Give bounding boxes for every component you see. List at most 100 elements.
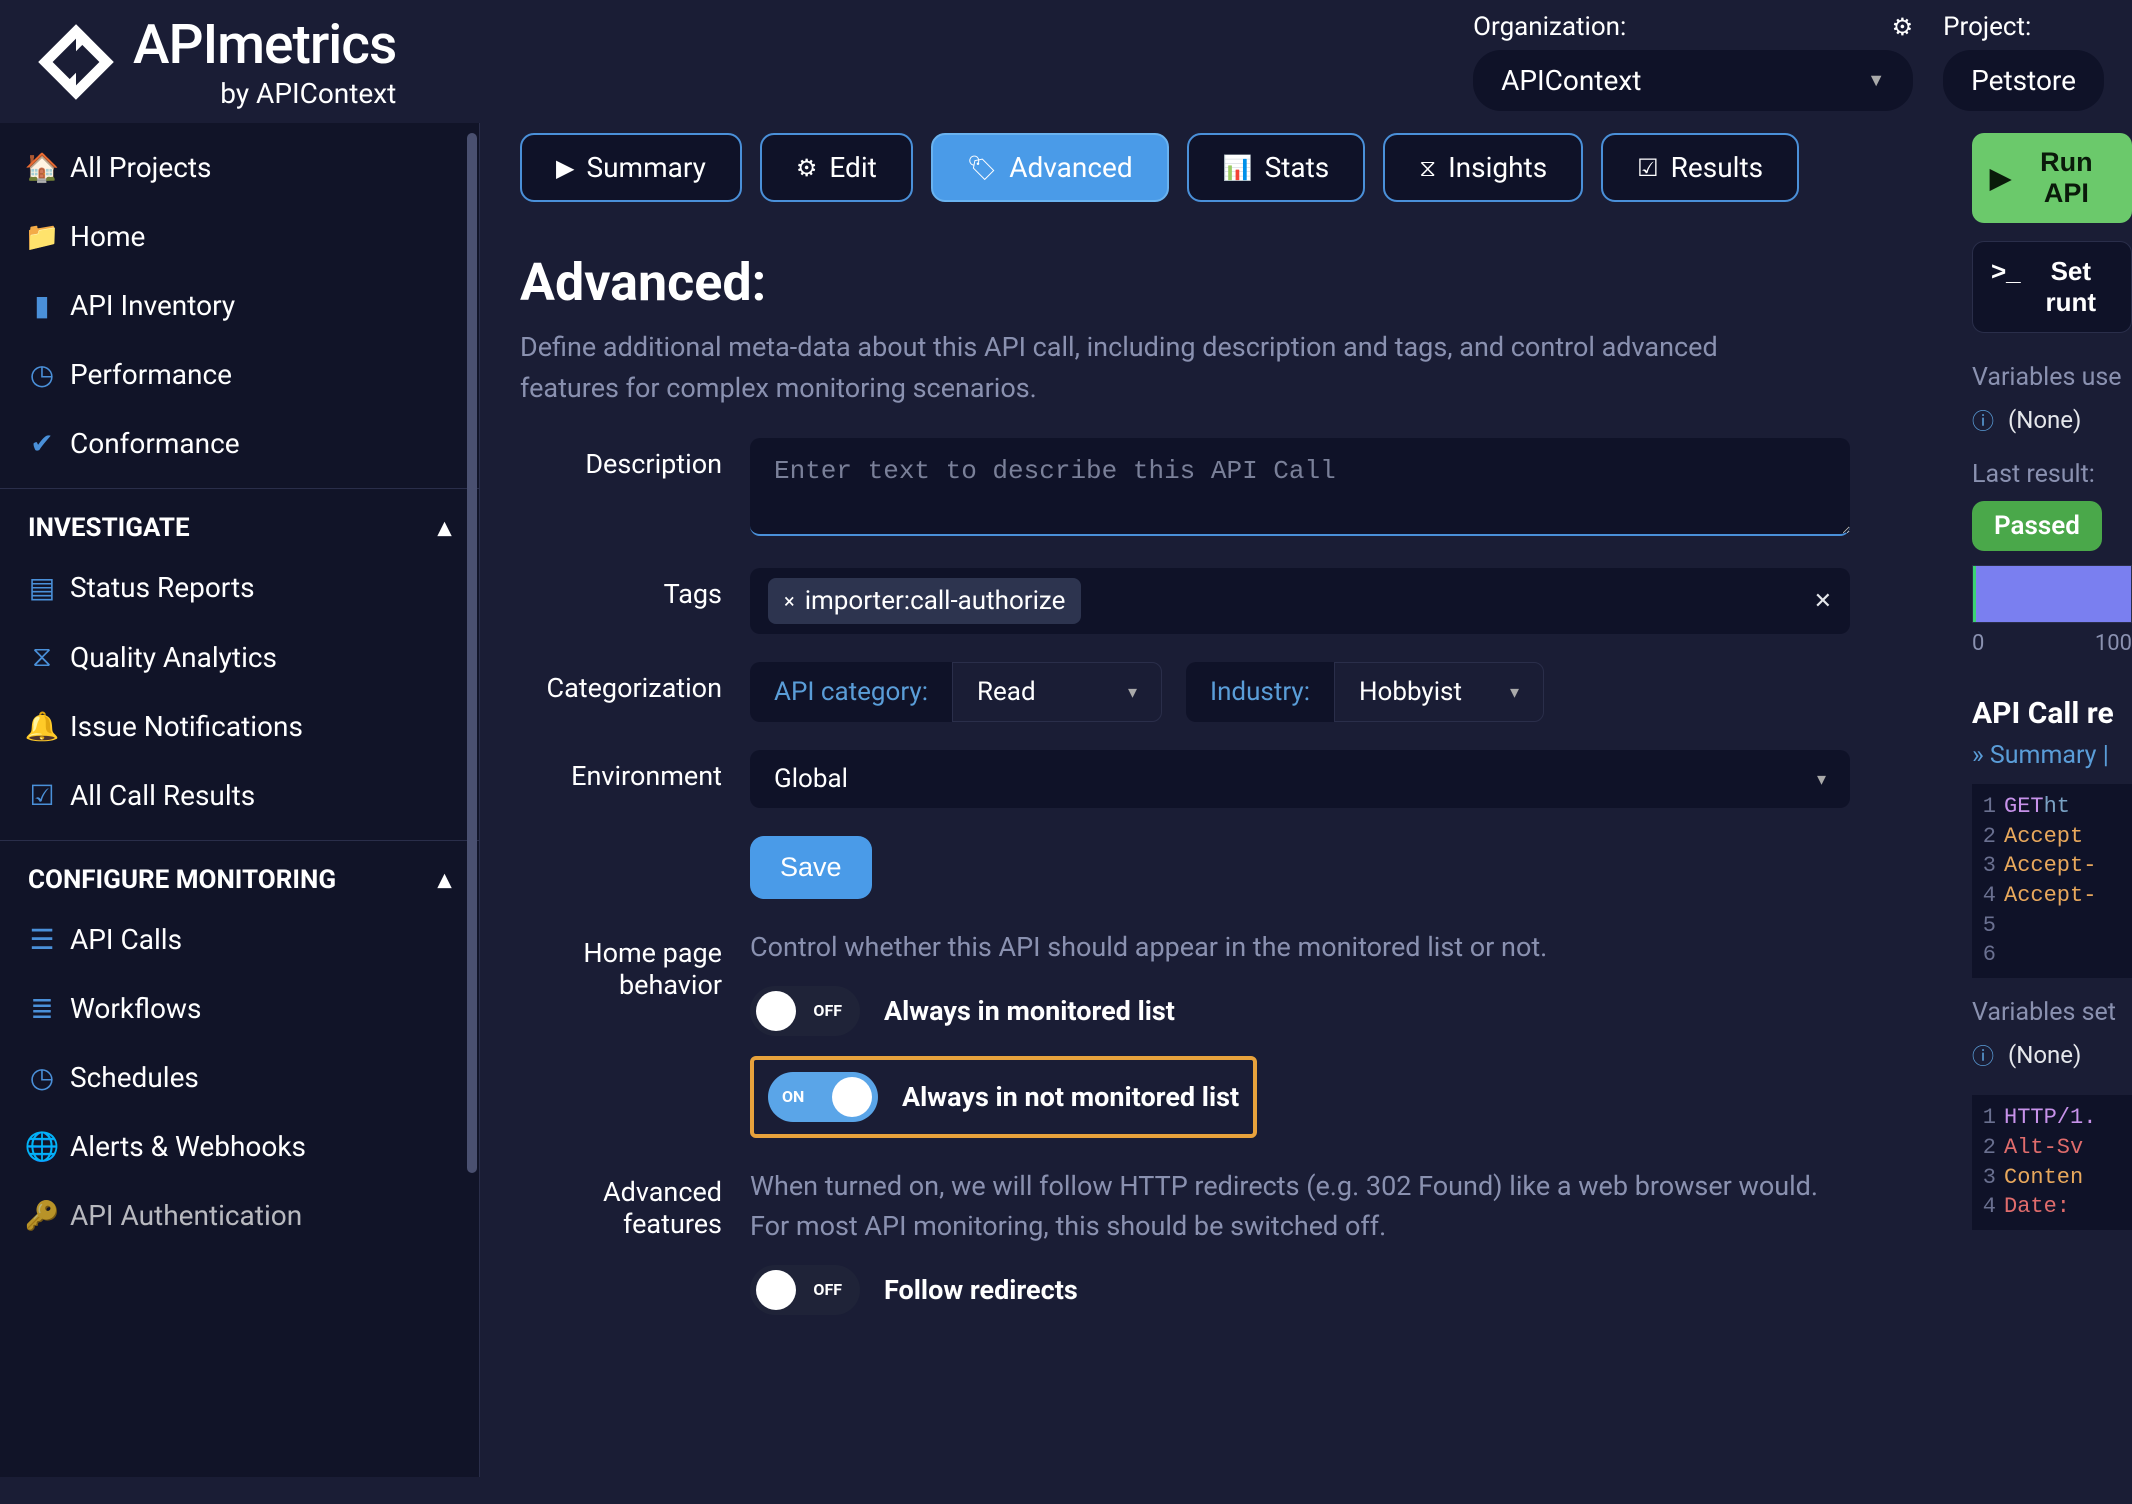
save-button[interactable]: Save (750, 836, 872, 899)
tab-insights[interactable]: ⧖ Insights (1383, 133, 1583, 202)
caret-down-icon: ▼ (1867, 70, 1885, 91)
hourglass-icon: ⧖ (1419, 154, 1436, 182)
description-input[interactable] (750, 438, 1850, 536)
sidebar-item-home[interactable]: 📁 Home (0, 202, 479, 271)
sidebar-item-quality-analytics[interactable]: ⧖Quality Analytics (0, 622, 479, 692)
org-label: Organization: (1473, 12, 1626, 42)
tags-label: Tags (520, 568, 750, 610)
tab-edit[interactable]: ⚙Edit (760, 133, 913, 202)
checkbox-icon: ☑ (28, 779, 56, 812)
advanced-features-help: When turned on, we will follow HTTP redi… (750, 1166, 1850, 1247)
toggle-knob (832, 1077, 872, 1117)
report-icon: ▤ (28, 571, 56, 604)
toggle-follow-redirects[interactable]: OFF (750, 1265, 860, 1315)
run-api-button[interactable]: ▶Run API (1972, 133, 2132, 223)
page-description: Define additional meta-data about this A… (520, 327, 1770, 408)
project-select[interactable]: Petstore (1943, 50, 2104, 111)
sidebar-label: Workflows (70, 992, 201, 1025)
section-investigate[interactable]: INVESTIGATE ▴ (0, 488, 479, 553)
sidebar-label: Quality Analytics (70, 641, 277, 674)
section-label: INVESTIGATE (28, 513, 190, 543)
industry-select[interactable]: Hobbyist ▾ (1334, 662, 1544, 722)
sidebar-item-schedules[interactable]: ◷ Schedules (0, 1043, 479, 1112)
home-behavior-label: Home page behavior (520, 927, 750, 1001)
tab-advanced[interactable]: 🏷Advanced (931, 133, 1169, 202)
sidebar-label: Schedules (70, 1061, 199, 1094)
folder-icon: 📁 (28, 220, 56, 253)
globe-icon: 🌐 (28, 1130, 56, 1163)
close-icon[interactable]: ✕ (1814, 589, 1832, 614)
set-runtime-button[interactable]: >_Set runt (1972, 241, 2132, 333)
sidebar-item-all-call-results[interactable]: ☑All Call Results (0, 761, 479, 830)
toggle-knob (756, 1270, 796, 1310)
tag-chip[interactable]: × importer:call-authorize (768, 578, 1081, 624)
org-select[interactable]: APIContext ▼ (1473, 50, 1913, 111)
tags-input[interactable]: × importer:call-authorize ✕ (750, 568, 1850, 634)
logo[interactable]: APImetrics by APIContext (28, 13, 396, 110)
logo-icon (28, 14, 123, 109)
environment-label: Environment (520, 750, 750, 792)
tab-label: Results (1671, 151, 1763, 184)
tab-summary[interactable]: ▶Summary (520, 133, 742, 202)
api-category-select[interactable]: Read ▾ (952, 662, 1162, 722)
tab-stats[interactable]: 📊Stats (1187, 133, 1366, 202)
sidebar-label: API Authentication (70, 1199, 302, 1232)
vars-used-value: (None) (2008, 406, 2081, 434)
toggle-not-monitored[interactable]: ON (768, 1072, 878, 1122)
api-category-label: API category: (750, 662, 952, 722)
gear-icon[interactable]: ⚙ (1892, 13, 1914, 41)
sidebar-item-alerts-webhooks[interactable]: 🌐 Alerts & Webhooks (0, 1112, 479, 1181)
api-call-title: API Call re (1972, 696, 2132, 731)
sidebar-label: Status Reports (70, 571, 255, 604)
select-value: Read (977, 677, 1036, 707)
industry-label: Industry: (1186, 662, 1334, 722)
sidebar-item-status-reports[interactable]: ▤ Status Reports (0, 553, 479, 622)
key-icon: 🔑 (28, 1199, 56, 1232)
sidebar-label: Home (70, 220, 145, 253)
clock-icon: ◷ (28, 1061, 56, 1094)
caret-down-icon: ▾ (1817, 769, 1826, 790)
sidebar-item-performance[interactable]: ◷Performance (0, 340, 479, 409)
passed-badge: Passed (1972, 501, 2102, 551)
tab-label: Insights (1448, 151, 1547, 184)
caret-down-icon: ▾ (1128, 682, 1137, 703)
vars-set-value: (None) (2008, 1041, 2081, 1069)
sidebar-label: Alerts & Webhooks (70, 1130, 306, 1163)
sidebar-item-conformance[interactable]: ✔Conformance (0, 409, 479, 478)
stack-icon: ≣ (28, 992, 56, 1025)
chevron-up-icon: ▴ (438, 513, 451, 543)
sidebar-item-api-authentication[interactable]: 🔑 API Authentication (0, 1181, 479, 1250)
toggle-monitored[interactable]: OFF (750, 986, 860, 1036)
sidebar-item-issue-notifications[interactable]: 🔔 Issue Notifications (0, 692, 479, 761)
project-value: Petstore (1971, 64, 2076, 97)
toggle-state: OFF (813, 1001, 842, 1020)
response-code: 1HTTP/1.2Alt-Sv3Conten4Date: (1972, 1095, 2132, 1230)
request-code: 1GET ht2Accept3Accept-4Accept-56 (1972, 784, 2132, 978)
brand-subtitle: by APIContext (133, 77, 396, 110)
sidebar-item-api-inventory[interactable]: ▮API Inventory (0, 271, 479, 340)
sidebar-item-all-projects[interactable]: 🏠All Projects (0, 133, 479, 202)
section-label: CONFIGURE MONITORING (28, 865, 336, 895)
book-icon: ▮ (28, 289, 56, 322)
sidebar-item-workflows[interactable]: ≣ Workflows (0, 974, 479, 1043)
vars-set-label: Variables set (1972, 998, 2132, 1027)
tab-results[interactable]: ☑Results (1601, 133, 1799, 202)
toggle-knob (756, 991, 796, 1031)
environment-select[interactable]: Global ▾ (750, 750, 1850, 808)
advanced-features-label: Advanced features (520, 1166, 750, 1240)
sidebar-label: Issue Notifications (70, 710, 303, 743)
org-value: APIContext (1501, 64, 1641, 97)
bars-icon: 📊 (1223, 154, 1253, 182)
close-icon[interactable]: × (784, 589, 795, 613)
scrollbar[interactable] (467, 133, 477, 1173)
sidebar-label: Conformance (70, 427, 240, 460)
info-icon[interactable]: ⓘ (1972, 404, 1994, 436)
sidebar-label: API Calls (70, 923, 182, 956)
section-configure[interactable]: CONFIGURE MONITORING ▴ (0, 840, 479, 905)
sidebar-item-api-calls[interactable]: ☰API Calls (0, 905, 479, 974)
info-icon[interactable]: ⓘ (1972, 1039, 1994, 1071)
bell-icon: 🔔 (28, 710, 56, 743)
summary-link[interactable]: » Summary | (1972, 741, 2132, 770)
toggle-monitored-label: Always in monitored list (884, 995, 1175, 1027)
tab-label: Edit (829, 151, 876, 184)
